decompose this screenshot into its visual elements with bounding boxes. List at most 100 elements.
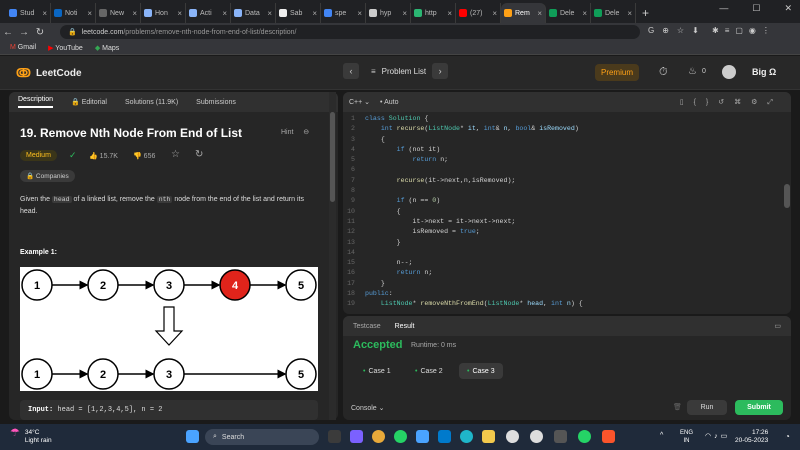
browser-tab[interactable]: http × xyxy=(411,3,456,23)
close-tab-icon[interactable]: × xyxy=(627,9,632,18)
trash-icon[interactable]: 🗑 xyxy=(673,403,682,411)
star-icon[interactable]: ☆ xyxy=(171,149,180,160)
console-toggle[interactable]: Console ⌄ xyxy=(351,404,385,412)
editor-action-icons[interactable]: ▯{}↺⌘⚙⤢ xyxy=(680,98,791,107)
prev-problem-button[interactable]: ‹ xyxy=(343,63,359,79)
browser-toolbar-icons[interactable]: G⊕☆⬇ xyxy=(648,26,707,35)
close-tab-icon[interactable]: × xyxy=(312,9,317,18)
vscode-icon[interactable] xyxy=(438,430,451,443)
browser-tab[interactable]: Sab × xyxy=(276,3,321,23)
browser-tab[interactable]: Acti × xyxy=(186,3,231,23)
timer-icon[interactable]: ⏱ xyxy=(659,66,668,79)
autocomplete-toggle[interactable]: • Auto xyxy=(380,99,398,106)
browser-tab[interactable]: Rem × xyxy=(501,3,546,23)
back-icon[interactable]: ← xyxy=(0,27,16,38)
teams-icon[interactable] xyxy=(350,430,363,443)
maximize-icon[interactable]: ☐ xyxy=(752,3,760,14)
edge-icon[interactable] xyxy=(460,430,473,443)
github-icon[interactable] xyxy=(506,430,519,443)
description-scrollbar[interactable] xyxy=(329,92,336,420)
tab-description[interactable]: Description xyxy=(18,96,54,108)
editor-scrollbar[interactable] xyxy=(784,184,790,208)
browser-tab[interactable]: Dele × xyxy=(591,3,636,23)
premium-button[interactable]: Premium xyxy=(595,64,639,81)
case-1-tab[interactable]: • Case 1 xyxy=(355,363,399,379)
info-icon[interactable]: ⊖ xyxy=(303,129,309,136)
forward-icon[interactable]: → xyxy=(16,27,32,38)
close-tab-icon[interactable]: × xyxy=(87,9,92,18)
close-tab-icon[interactable]: × xyxy=(357,9,362,18)
code-lines[interactable]: 1 class Solution { 2 int recurse(ListNode… xyxy=(343,114,783,310)
browser-tab[interactable]: spe × xyxy=(321,3,366,23)
close-tab-icon[interactable]: × xyxy=(132,9,137,18)
start-icon[interactable] xyxy=(186,430,199,443)
whatsapp-icon[interactable] xyxy=(394,430,407,443)
browser-tab[interactable]: Stud × xyxy=(6,3,51,23)
browser-tab[interactable]: (27) × xyxy=(456,3,501,23)
chrome-icon[interactable] xyxy=(372,430,385,443)
username[interactable]: Big Ω xyxy=(752,67,776,77)
hint-button[interactable]: Hint ⊖ xyxy=(281,128,309,136)
language-select[interactable]: C++ ⌄ xyxy=(349,98,370,106)
close-tab-icon[interactable]: × xyxy=(447,9,452,18)
code-editor[interactable]: C++ ⌄ • Auto ▯{}↺⌘⚙⤢ 1 class Solution { 2… xyxy=(343,92,791,314)
close-tab-icon[interactable]: × xyxy=(267,9,272,18)
taskbar-search[interactable]: ⌕ Search xyxy=(205,429,319,445)
browser-tab[interactable]: Noti × xyxy=(51,3,96,23)
panel-layout-icon[interactable]: ▭ xyxy=(774,322,791,330)
bookmark-youtube[interactable]: ▶ YouTube xyxy=(48,44,83,52)
reload-icon[interactable]: ↻ xyxy=(32,27,48,38)
dislike-button[interactable]: 👎 656 xyxy=(133,152,155,160)
minimize-icon[interactable]: — xyxy=(719,3,728,14)
share-icon[interactable]: ↻ xyxy=(195,149,203,160)
whatsapp2-icon[interactable] xyxy=(578,430,591,443)
close-tab-icon[interactable]: × xyxy=(402,9,407,18)
leetcode-logo[interactable]: ↂ LeetCode xyxy=(16,66,82,80)
case-3-tab[interactable]: • Case 3 xyxy=(459,363,503,379)
browser-tab[interactable]: New × xyxy=(96,3,141,23)
run-button[interactable]: Run xyxy=(687,400,727,415)
companies-tag[interactable]: 🔒 Companies xyxy=(20,170,75,182)
clock[interactable]: 17:26 20-05-2023 xyxy=(735,429,768,445)
next-problem-button[interactable]: › xyxy=(432,63,449,79)
tab-solutions[interactable]: Solutions (11.9K) xyxy=(125,99,178,106)
tab-editorial[interactable]: 🔒 Editorial xyxy=(71,98,107,106)
notification-icon[interactable]: ◔ xyxy=(785,432,790,441)
close-tab-icon[interactable]: × xyxy=(222,9,227,18)
new-tab-button[interactable]: + xyxy=(642,6,649,20)
browser-tab[interactable]: hyp × xyxy=(366,3,411,23)
wifi-sound-battery-icons[interactable]: ◠♪▭ xyxy=(705,432,730,440)
close-tab-icon[interactable]: × xyxy=(537,9,542,18)
app3-icon[interactable] xyxy=(554,430,567,443)
close-tab-icon[interactable]: × xyxy=(42,9,47,18)
fire-icon[interactable]: ♨ xyxy=(688,66,697,77)
app-icon[interactable] xyxy=(416,430,429,443)
app2-icon[interactable] xyxy=(530,430,543,443)
case-2-tab[interactable]: • Case 2 xyxy=(407,363,451,379)
result-tabs: Testcase Result ▭ xyxy=(343,316,791,336)
browser-tab[interactable]: Hon × xyxy=(141,3,186,23)
avatar[interactable] xyxy=(722,65,736,79)
close-tab-icon[interactable]: × xyxy=(582,9,587,18)
close-window-icon[interactable]: ✕ xyxy=(784,3,792,14)
problem-list-link[interactable]: Problem List xyxy=(382,67,426,76)
tray-chevron-icon[interactable]: ^ xyxy=(660,432,663,439)
taskview-icon[interactable] xyxy=(328,430,341,443)
tab-submissions[interactable]: Submissions xyxy=(196,99,236,106)
tab-result[interactable]: Result xyxy=(395,323,415,330)
extension-icons[interactable]: ✱≡▢◉⋮ xyxy=(712,26,776,35)
url-bar[interactable]: 🔒 leetcode.com /problems/remove-nth-node… xyxy=(60,25,640,39)
close-tab-icon[interactable]: × xyxy=(492,9,497,18)
language-indicator[interactable]: ENG IN xyxy=(680,429,693,445)
close-tab-icon[interactable]: × xyxy=(177,9,182,18)
weather-widget[interactable]: ☂ 34°C Light rain xyxy=(10,428,52,445)
brave-icon[interactable] xyxy=(602,430,615,443)
bookmark-gmail[interactable]: M Gmail xyxy=(10,44,36,51)
like-button[interactable]: 👍 15.7K xyxy=(89,152,118,160)
browser-tab[interactable]: Data × xyxy=(231,3,276,23)
explorer-icon[interactable] xyxy=(482,430,495,443)
browser-tab[interactable]: Dele × xyxy=(546,3,591,23)
bookmark-maps[interactable]: ◆ Maps xyxy=(95,44,119,52)
tab-testcase[interactable]: Testcase xyxy=(353,323,381,330)
submit-button[interactable]: Submit xyxy=(735,400,783,415)
